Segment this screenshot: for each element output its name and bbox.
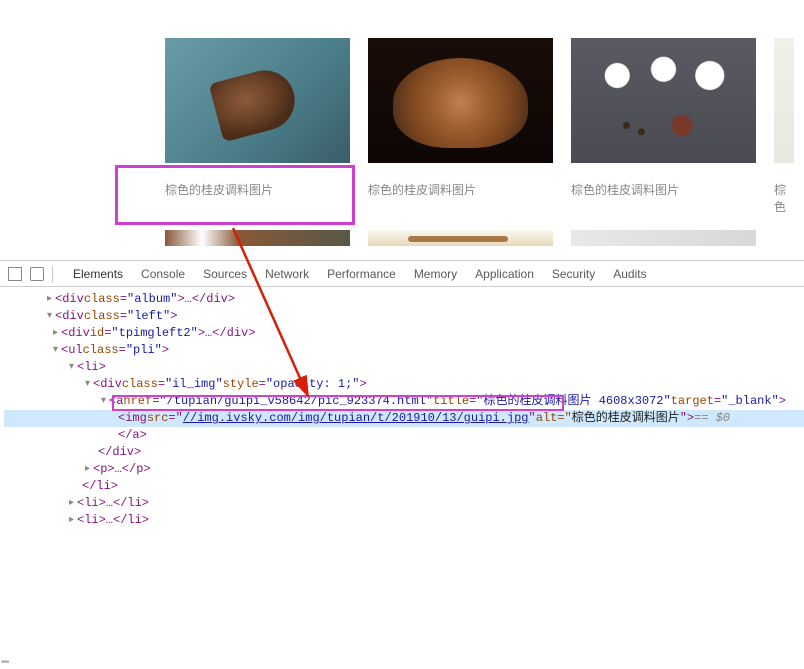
dom-node[interactable]: ▾<div class="left">	[4, 308, 804, 325]
thumbnail-image[interactable]	[368, 38, 553, 163]
dom-node[interactable]: ▸<div id="tpimgleft2">…</div>	[4, 325, 804, 342]
image-gallery: 棕色的桂皮调料图片 棕色的桂皮调料图片 棕色的桂皮调料图片 棕色	[0, 0, 804, 260]
dom-node[interactable]: ▾<a href="/tupian/guipi_v58642/pic_92337…	[4, 393, 804, 410]
gallery-item[interactable]: 棕色的桂皮调料图片	[571, 38, 756, 260]
image-caption: 棕色	[774, 163, 794, 215]
image-caption: 棕色的桂皮调料图片	[368, 163, 553, 198]
dom-node[interactable]: ▸<div class="album">…</div>	[4, 291, 804, 308]
tab-console[interactable]: Console	[141, 267, 185, 281]
thumbnail-image[interactable]	[571, 230, 756, 246]
gallery-item[interactable]: 棕色	[774, 38, 794, 260]
inspect-element-icon[interactable]	[8, 267, 22, 281]
dom-node[interactable]: ▸<p>…</p>	[4, 461, 804, 478]
devtools-panel: Elements Console Sources Network Perform…	[0, 260, 804, 508]
thumbnail-image[interactable]	[774, 38, 794, 163]
thumbnail-image[interactable]	[571, 38, 756, 163]
tab-elements[interactable]: Elements	[73, 267, 123, 281]
dom-node-selected[interactable]: <img src="//img.ivsky.com/img/tupian/t/2…	[4, 410, 804, 427]
devtools-toolbar: Elements Console Sources Network Perform…	[0, 261, 804, 287]
breakpoint-gutter-icon[interactable]	[0, 659, 10, 669]
tab-application[interactable]: Application	[475, 267, 534, 281]
gallery-item[interactable]: 棕色的桂皮调料图片	[165, 38, 350, 260]
thumbnail-image[interactable]	[165, 38, 350, 163]
dom-node[interactable]: ▸<li>…</li>	[4, 512, 804, 529]
gallery-item[interactable]: 棕色的桂皮调料图片	[368, 38, 553, 260]
tab-memory[interactable]: Memory	[414, 267, 457, 281]
dom-node[interactable]: </li>	[4, 478, 804, 495]
gallery-row-2	[165, 230, 756, 246]
devtools-tabs: Elements Console Sources Network Perform…	[73, 267, 647, 281]
dom-node[interactable]: ▾<li>	[4, 359, 804, 376]
thumbnail-image[interactable]	[165, 230, 350, 246]
tab-performance[interactable]: Performance	[327, 267, 396, 281]
tab-audits[interactable]: Audits	[613, 267, 646, 281]
tab-security[interactable]: Security	[552, 267, 595, 281]
image-caption: 棕色的桂皮调料图片	[571, 163, 756, 198]
thumbnail-image[interactable]	[368, 230, 553, 246]
dom-node[interactable]: ▾<div class="il_img" style="opacity: 1;"…	[4, 376, 804, 393]
tab-network[interactable]: Network	[265, 267, 309, 281]
dom-node[interactable]: ▸<li>…</li>	[4, 495, 804, 512]
dom-tree[interactable]: ▸<div class="album">…</div> ▾<div class=…	[0, 287, 804, 529]
dom-node[interactable]: ▾<ul class="pli">	[4, 342, 804, 359]
dom-node[interactable]: </a>	[4, 427, 804, 444]
image-caption: 棕色的桂皮调料图片	[165, 163, 350, 198]
tab-sources[interactable]: Sources	[203, 267, 247, 281]
device-toolbar-icon[interactable]	[30, 267, 44, 281]
dom-node[interactable]: </div>	[4, 444, 804, 461]
